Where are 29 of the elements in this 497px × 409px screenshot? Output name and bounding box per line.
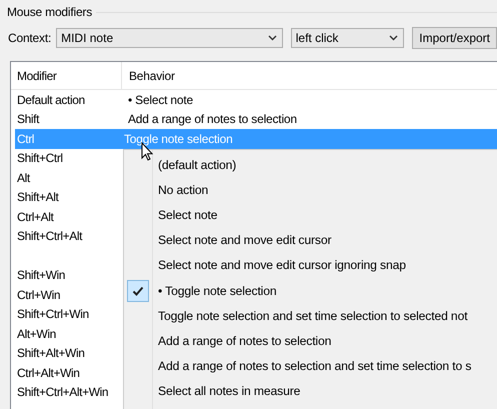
table-row[interactable]: Shift Add a range of notes to selection — [11, 110, 497, 129]
table-row[interactable]: Default action • Select note — [11, 90, 497, 110]
context-dropdown[interactable]: MIDI note — [56, 28, 283, 48]
behavior-cell-text: Toggle note selection — [123, 132, 233, 146]
menu-item[interactable]: (default action) — [124, 152, 497, 178]
chevron-down-icon — [389, 35, 398, 41]
menu-item[interactable]: Add a range of notes to selection — [124, 328, 497, 354]
modifier-cell-text: Alt — [16, 170, 32, 185]
menu-item[interactable]: Add a range of notes to selection and set time selection to s — [124, 354, 497, 379]
menu-item[interactable]: • Toggle note selection — [124, 278, 497, 304]
column-header[interactable]: Behavior — [122, 62, 175, 89]
menu-item[interactable]: No action — [124, 177, 497, 202]
menu-item[interactable]: Select note and move edit cursor ignoring snap — [124, 252, 497, 278]
behavior-cell-text: Add a range of notes to selection — [127, 112, 297, 126]
behavior-cell-text: • Select note — [127, 92, 193, 107]
import-export-button[interactable]: Import/export — [412, 27, 497, 49]
modifier-cell-text: Shift+Alt+Win — [16, 346, 86, 360]
menu-item[interactable]: Select note — [124, 202, 497, 228]
group-title: Mouse modifiers — [7, 5, 92, 19]
modifier-cell-text: Default action — [16, 92, 86, 107]
modifier-cell-text: Ctrl — [16, 132, 36, 146]
menu-item[interactable]: Select note and move edit cursor — [124, 228, 497, 253]
chevron-down-icon — [268, 35, 277, 41]
menu-item[interactable]: Select all notes in measure — [124, 378, 497, 404]
column-header[interactable]: Modifier — [11, 62, 122, 89]
context-label: Context: — [8, 31, 52, 45]
action-dropdown[interactable]: left click — [290, 28, 404, 48]
menu-item[interactable]: Toggle note selection and set time selection to selected not — [124, 303, 497, 328]
modifier-cell-text: Shift — [16, 112, 40, 126]
